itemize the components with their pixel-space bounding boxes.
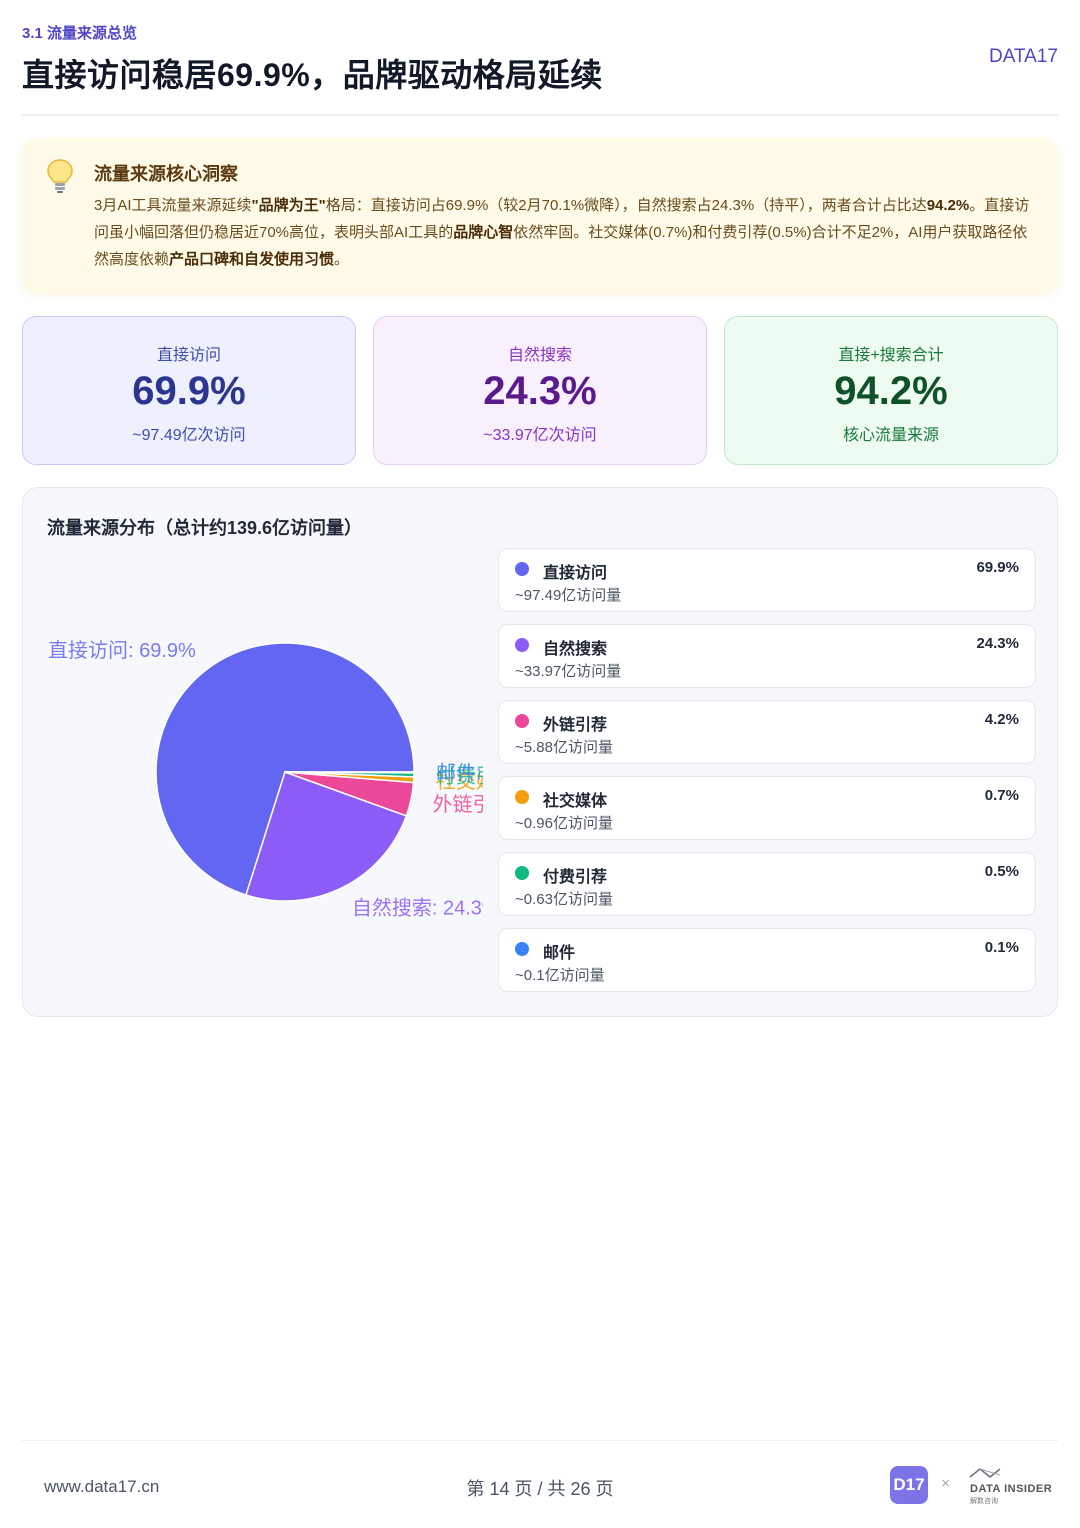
header: 3.1 流量来源总览 直接访问稳居69.9%，品牌驱动格局延续 DATA17 (22, 0, 1058, 116)
legend-name: 直接访问 (543, 565, 608, 582)
legend-percentage: 69.9% (976, 559, 1019, 576)
data-insider-subtext: 解数咨询 (970, 1498, 998, 1505)
legend-visits: ~0.96亿访问量 (515, 815, 613, 832)
insight-text-highlight: 94.2% (926, 197, 970, 214)
stat-card-direct: 直接访问 69.9% ~97.49亿次访问 (22, 316, 356, 465)
stat-card-label: 直接+搜索合计 (838, 347, 944, 364)
insight-title: 流量来源核心洞察 (94, 164, 238, 184)
legend-item: 社交媒体 0.7% ~0.96亿访问量 (498, 776, 1036, 840)
legend-color-dot (515, 942, 529, 956)
data-insider-logo: DATA INSIDER 解数咨询 (958, 1465, 1058, 1505)
data-insider-mark-icon (969, 1468, 1001, 1478)
slice-label-email: 邮件: 0.1% (436, 761, 483, 784)
stat-card-sub: ~97.49亿次访问 (132, 427, 246, 444)
legend-item: 付费引荐 0.5% ~0.63亿访问量 (498, 852, 1036, 916)
insight-text-highlight: 产品口碑和自发使用习惯 (169, 251, 335, 268)
insight-text-highlight: 品牌心智 (453, 224, 514, 241)
legend-visits: ~0.63亿访问量 (515, 891, 613, 908)
lightbulb-icon (47, 159, 73, 193)
insight-text-segment: 格局：直接访问占69.9%（较2月70.1%微降），自然搜索占24.3%（持平）… (325, 197, 927, 214)
brand-label: DATA17 (989, 46, 1058, 67)
legend-name: 付费引荐 (543, 869, 608, 886)
legend-color-dot (515, 638, 529, 652)
d17-logo: D17 (890, 1466, 928, 1504)
legend-percentage: 0.1% (984, 939, 1019, 956)
legend-color-dot (515, 790, 529, 804)
chart-title: 流量来源分布（总计约139.6亿访问量） (47, 518, 363, 538)
pie-slice (284, 771, 415, 774)
logo-separator: × (941, 1475, 950, 1492)
pie-chart-area: 直接访问: 69.9%自然搜索: 24.3%外链引荐: 4.2%社交媒体: 0.… (43, 608, 483, 928)
slice-label-referral: 外链引荐: 4.2% (433, 793, 483, 816)
legend-visits: ~97.49亿访问量 (515, 587, 622, 604)
legend-color-dot (515, 866, 529, 880)
stat-card-search: 自然搜索 24.3% ~33.97亿次访问 (373, 316, 707, 465)
legend-percentage: 4.2% (984, 711, 1019, 728)
stat-card-label: 自然搜索 (507, 347, 572, 364)
legend-percentage: 0.5% (984, 863, 1019, 880)
legend-color-dot (515, 562, 529, 576)
legend-name: 邮件 (543, 945, 576, 962)
stat-card-value: 24.3% (483, 369, 597, 413)
legend-visits: ~0.1亿访问量 (515, 967, 605, 984)
stat-card-label: 直接访问 (156, 347, 221, 364)
stat-card-sub: ~33.97亿次访问 (483, 427, 597, 444)
legend-percentage: 24.3% (976, 635, 1019, 652)
legend-color-dot (515, 714, 529, 728)
legend-percentage: 0.7% (984, 787, 1019, 804)
stat-card-combined: 直接+搜索合计 94.2% 核心流量来源 (724, 316, 1058, 465)
stat-card-value: 94.2% (834, 369, 948, 413)
legend-name: 自然搜索 (543, 641, 608, 658)
insight-text-segment: 3月AI工具流量来源延续 (94, 197, 252, 214)
section-label: 3.1 流量来源总览 (22, 25, 138, 42)
legend-name: 社交媒体 (543, 793, 608, 810)
legend-item: 邮件 0.1% ~0.1亿访问量 (498, 928, 1036, 992)
data-insider-text: DATA INSIDER (970, 1483, 1053, 1495)
insight-text-segment: 。 (334, 251, 350, 268)
slice-label-search: 自然搜索: 24.3% (352, 896, 483, 919)
page-title: 直接访问稳居69.9%，品牌驱动格局延续 (22, 57, 603, 93)
insight-body: 3月AI工具流量来源延续"品牌为王"格局：直接访问占69.9%（较2月70.1%… (94, 192, 1038, 273)
stat-card-sub: 核心流量来源 (842, 427, 939, 444)
insight-box: 流量来源核心洞察 3月AI工具流量来源延续"品牌为王"格局：直接访问占69.9%… (22, 138, 1058, 294)
footer: www.data17.cn 第 14 页 / 共 26 页 D17 × DATA… (22, 1440, 1058, 1528)
stat-card-value: 69.9% (132, 369, 246, 413)
legend-item: 直接访问 69.9% ~97.49亿访问量 (498, 548, 1036, 612)
slice-label-direct: 直接访问: 69.9% (48, 639, 196, 662)
legend-name: 外链引荐 (543, 717, 608, 734)
legend-item: 外链引荐 4.2% ~5.88亿访问量 (498, 700, 1036, 764)
legend-visits: ~33.97亿访问量 (515, 663, 622, 680)
pie-chart: 直接访问: 69.9%自然搜索: 24.3%外链引荐: 4.2%社交媒体: 0.… (48, 639, 483, 919)
legend-item: 自然搜索 24.3% ~33.97亿访问量 (498, 624, 1036, 688)
stat-cards: 直接访问 69.9% ~97.49亿次访问 自然搜索 24.3% ~33.97亿… (22, 316, 1058, 465)
chart-panel: 流量来源分布（总计约139.6亿访问量） 直接访问: 69.9% 自然搜索: 24… (22, 487, 1058, 1017)
legend-visits: ~5.88亿访问量 (515, 739, 613, 756)
insight-text-highlight: "品牌为王" (251, 197, 326, 214)
